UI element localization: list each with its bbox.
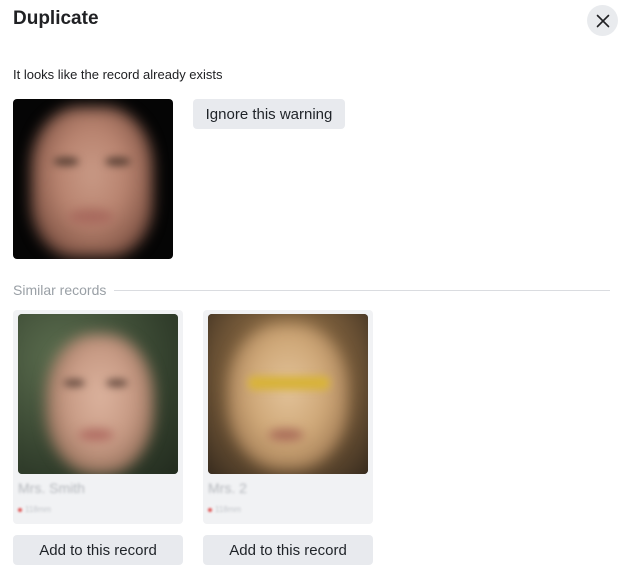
- similar-record-meta: 118mm: [208, 505, 241, 514]
- add-to-record-button[interactable]: Add to this record: [13, 535, 183, 565]
- close-button[interactable]: [587, 5, 618, 36]
- duplicate-dialog: Duplicate It looks like the record alrea…: [0, 0, 628, 581]
- dialog-title: Duplicate: [13, 8, 99, 29]
- similar-record-meta-text: 118mm: [215, 505, 242, 514]
- similar-record-name: Mrs. 2: [208, 480, 247, 496]
- status-dot-icon: [208, 507, 212, 512]
- add-to-record-button[interactable]: Add to this record: [203, 535, 373, 565]
- similar-record-name: Mrs. Smith: [18, 480, 85, 496]
- similar-record-photo: [208, 314, 368, 474]
- record-photo: [13, 99, 173, 259]
- close-icon: [596, 14, 609, 27]
- similar-record-card[interactable]: Mrs. Smith 118mm: [13, 310, 183, 524]
- similar-record-meta-text: 118mm: [25, 505, 52, 514]
- ignore-warning-button[interactable]: Ignore this warning: [193, 99, 345, 129]
- similar-record-photo: [18, 314, 178, 474]
- duplicate-message: It looks like the record already exists: [13, 67, 223, 82]
- similar-records-label: Similar records: [13, 282, 115, 298]
- status-dot-icon: [18, 507, 22, 512]
- similar-record-card[interactable]: Mrs. 2 118mm: [203, 310, 373, 524]
- similar-record-meta: 118mm: [18, 505, 51, 514]
